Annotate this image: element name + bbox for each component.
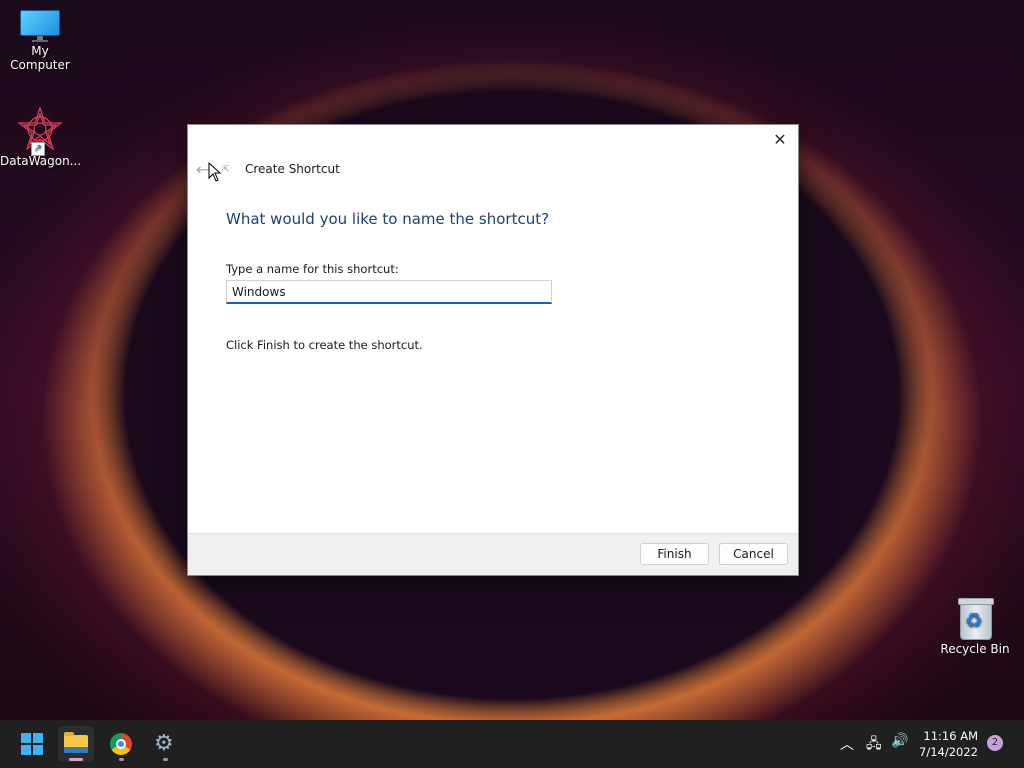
desktop-icon-label: DataWagon... <box>0 154 82 168</box>
shortcut-arrow-icon: ↗ <box>31 142 45 156</box>
desktop-icon-my-computer[interactable]: My Computer <box>0 10 80 72</box>
datawagon-app-icon: ↗ <box>17 106 63 156</box>
taskbar-file-explorer[interactable] <box>58 726 94 762</box>
desktop-icon-label: Recycle Bin <box>940 642 1010 656</box>
dialog-heading: What would you like to name the shortcut… <box>226 210 550 228</box>
clock-time: 11:16 AM <box>923 729 978 743</box>
dialog-footer: Finish Cancel <box>188 533 798 575</box>
start-button[interactable] <box>14 726 50 762</box>
finish-hint-text: Click Finish to create the shortcut. <box>226 338 423 352</box>
monitor-icon <box>20 10 60 42</box>
dialog-title: Create Shortcut <box>245 162 340 176</box>
clock[interactable]: 11:16 AM 7/14/2022 <box>914 728 978 760</box>
chrome-icon <box>110 733 132 755</box>
mouse-cursor-icon <box>208 162 222 182</box>
taskbar-settings[interactable]: ⚙ <box>147 726 183 762</box>
running-indicator <box>119 758 124 761</box>
active-indicator <box>69 758 83 761</box>
volume-icon[interactable]: 🔊 <box>891 733 908 749</box>
close-button[interactable]: ✕ <box>768 130 792 150</box>
desktop-icon-datawagon[interactable]: ↗ DataWagon... <box>0 106 82 168</box>
network-icon[interactable]: 🖧 <box>866 733 882 757</box>
folder-icon <box>64 732 88 753</box>
shortcut-wizard-icon: ⇱ <box>222 165 230 175</box>
clock-date: 7/14/2022 <box>919 745 978 759</box>
shortcut-name-input[interactable] <box>226 280 552 304</box>
running-indicator <box>163 758 168 761</box>
notification-badge[interactable]: 2 <box>987 735 1003 751</box>
desktop-icon-label: My Computer <box>10 44 70 72</box>
finish-button[interactable]: Finish <box>640 543 709 565</box>
recycle-bin-icon: ♻ <box>957 596 994 640</box>
cancel-button[interactable]: Cancel <box>719 543 788 565</box>
show-hidden-icons-chevron-up-icon[interactable]: ︿ <box>840 734 854 754</box>
taskbar-chrome[interactable] <box>103 726 139 762</box>
gear-icon: ⚙ <box>154 731 174 756</box>
desktop-icon-recycle-bin[interactable]: ♻ Recycle Bin <box>935 596 1015 656</box>
windows-logo-icon <box>21 733 43 755</box>
shortcut-name-label: Type a name for this shortcut: <box>226 262 399 276</box>
create-shortcut-dialog: ✕ ← ⇱ Create Shortcut What would you lik… <box>187 124 799 576</box>
